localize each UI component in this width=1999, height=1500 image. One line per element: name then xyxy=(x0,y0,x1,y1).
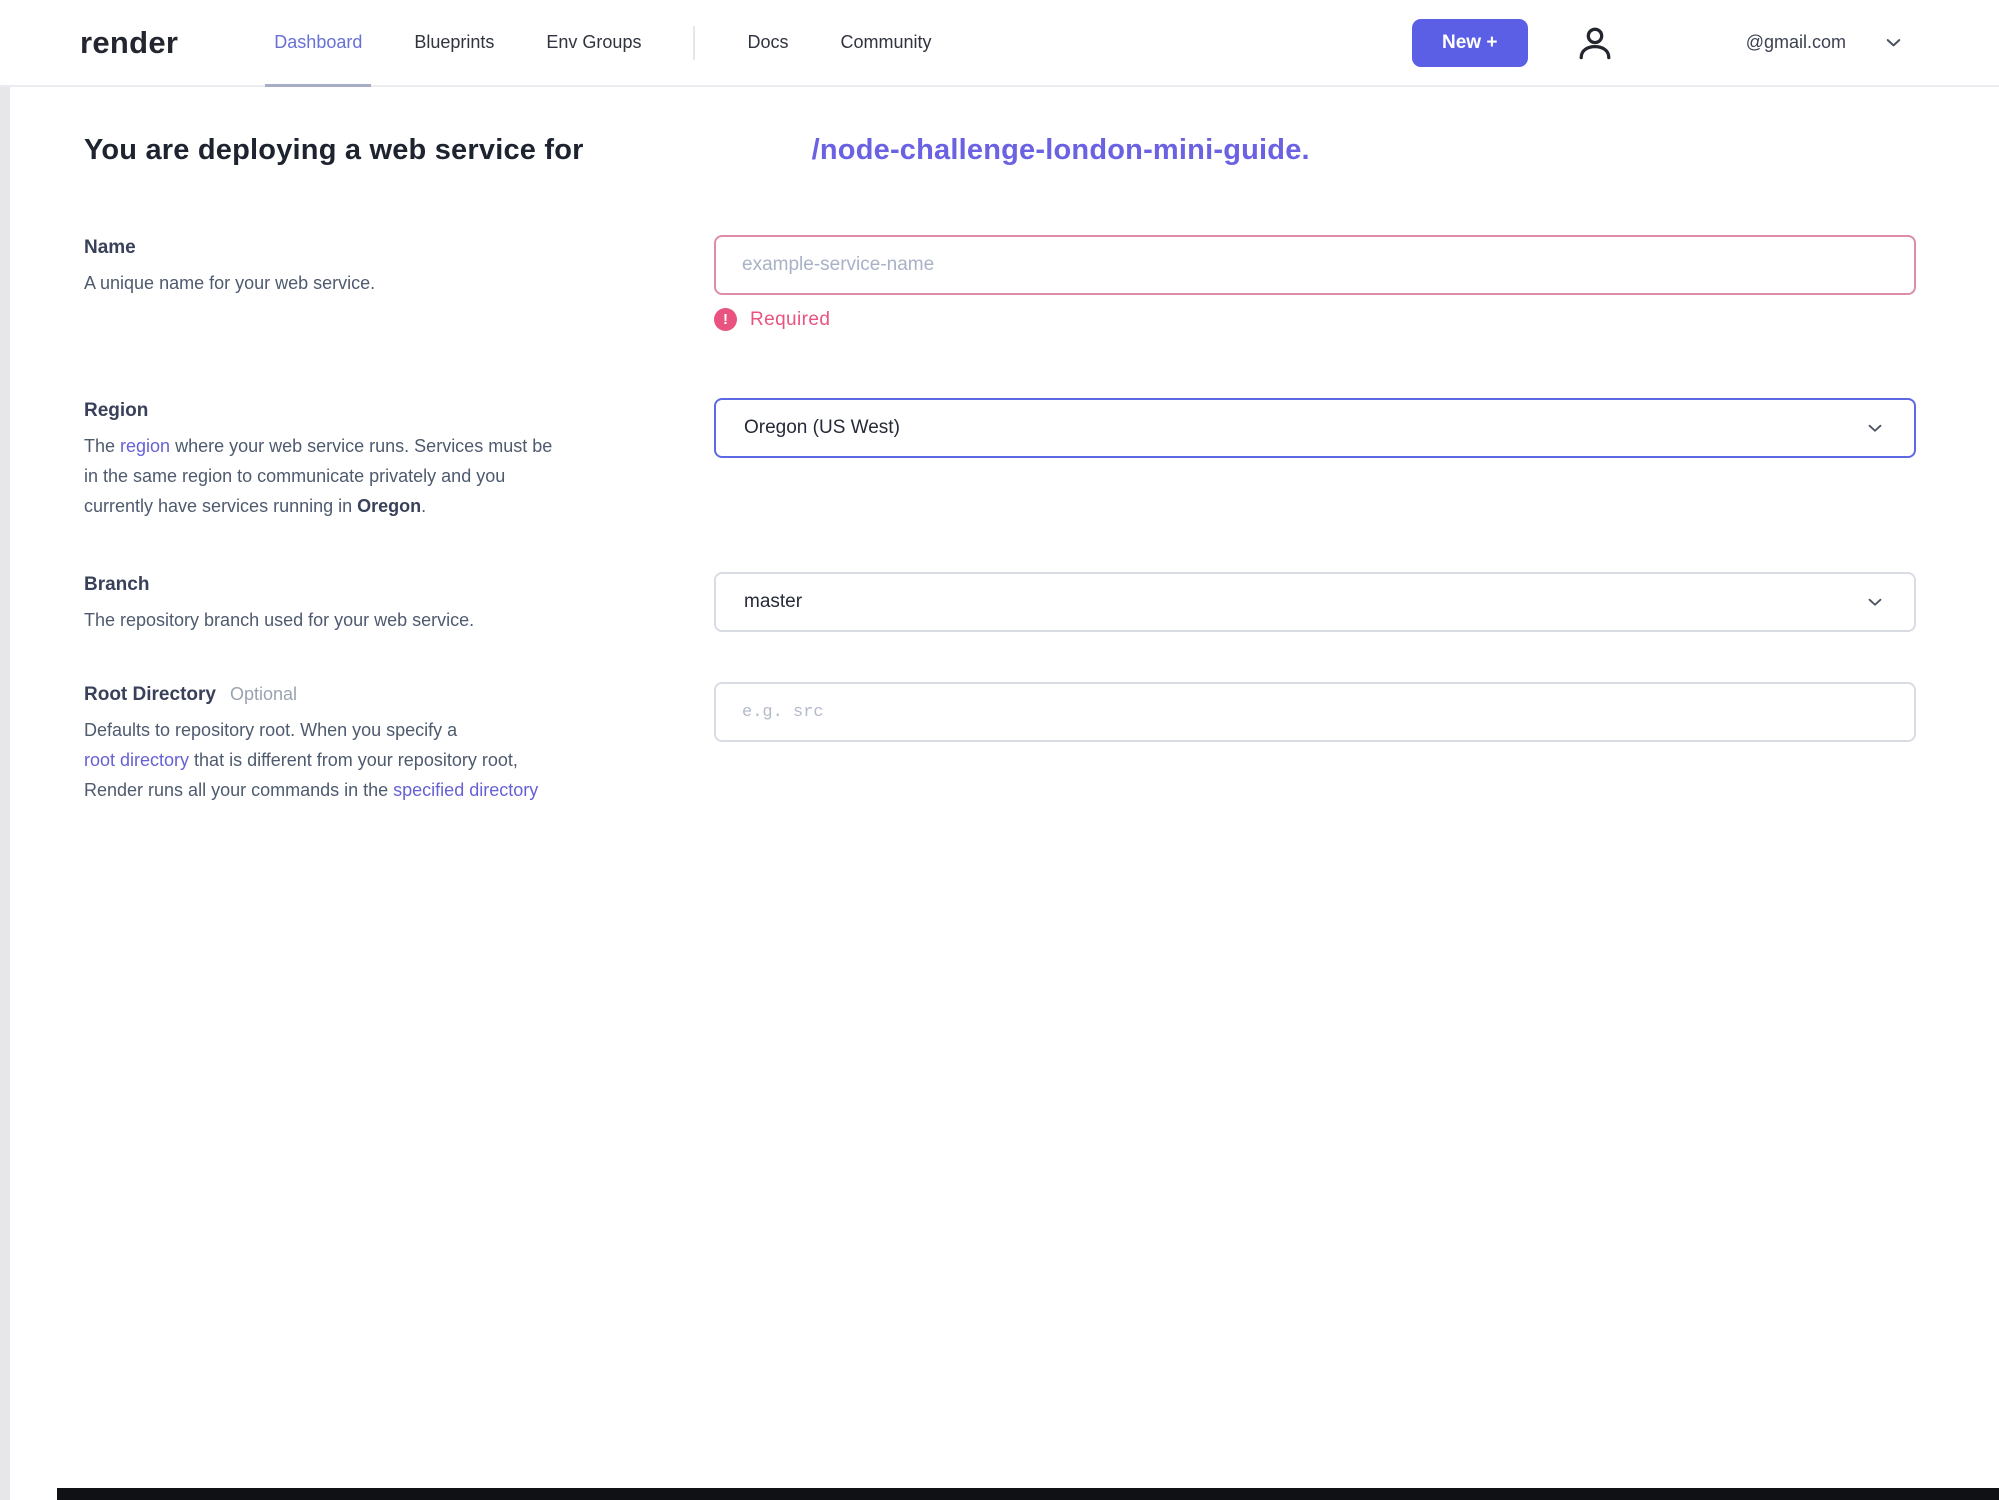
top-navbar: render Dashboard Blueprints Env Groups D… xyxy=(0,0,1999,87)
text-segment: in the same region to communicate privat… xyxy=(84,466,506,486)
text-segment: The xyxy=(84,436,121,456)
region-desc-line: currently have services running in Orego… xyxy=(84,491,714,521)
branch-label: Branch xyxy=(84,574,150,595)
render-logo[interactable]: render xyxy=(80,25,178,61)
root-desc-line: Defaults to repository root. When you sp… xyxy=(84,715,714,745)
root-directory-description: Defaults to repository root. When you sp… xyxy=(84,715,714,805)
person-icon xyxy=(1579,27,1611,59)
error-icon: ! xyxy=(714,308,737,331)
deploy-form: You are deploying a web service for/node… xyxy=(84,87,1916,805)
text-segment: . xyxy=(421,496,427,516)
new-button[interactable]: New + xyxy=(1411,18,1528,67)
name-field-row: Name A unique name for your web service.… xyxy=(84,235,1916,331)
text-segment: Render runs all your commands in the xyxy=(84,780,394,800)
region-desc-line: The region where your web service runs. … xyxy=(84,431,714,461)
nav-item-docs[interactable]: Docs xyxy=(747,0,788,85)
nav-item-env-groups[interactable]: Env Groups xyxy=(546,0,641,85)
text-segment: that is different from your repository r… xyxy=(189,750,518,770)
inline-link[interactable]: region xyxy=(120,436,170,456)
chevron-down-icon xyxy=(1886,39,1901,47)
branch-select[interactable]: master xyxy=(714,572,1916,632)
optional-tag: Optional xyxy=(229,684,298,704)
name-error: ! Required xyxy=(714,308,1916,331)
error-text: Required xyxy=(750,308,831,330)
primary-nav: Dashboard Blueprints Env Groups Docs Com… xyxy=(265,0,932,87)
page-title: You are deploying a web service for/node… xyxy=(84,134,1916,167)
page-left-edge xyxy=(0,87,10,1500)
repo-link[interactable]: /node-challenge-london-mini-guide. xyxy=(812,134,1310,166)
branch-selected-value: master xyxy=(744,591,803,612)
inline-link[interactable]: specified directory xyxy=(393,780,538,800)
inline-link[interactable]: root directory xyxy=(84,750,189,770)
root-desc-line: Render runs all your commands in the spe… xyxy=(84,775,714,805)
region-select[interactable]: Oregon (US West) xyxy=(714,398,1916,458)
chevron-down-icon xyxy=(1868,424,1882,432)
text-segment: Defaults to repository root. When you sp… xyxy=(84,720,458,740)
region-field-row: Region The region where your web service… xyxy=(84,398,1916,521)
name-label: Name xyxy=(84,237,136,258)
root-directory-input[interactable] xyxy=(714,682,1916,742)
name-description: A unique name for your web service. xyxy=(84,273,376,293)
branch-field-row: Branch The repository branch used for yo… xyxy=(84,572,1916,635)
nav-item-blueprints[interactable]: Blueprints xyxy=(414,0,494,85)
text-segment: where your web service runs. Services mu… xyxy=(170,436,553,456)
nav-item-community[interactable]: Community xyxy=(840,0,931,85)
user-avatar-icon[interactable] xyxy=(1572,20,1618,66)
nav-item-dashboard[interactable]: Dashboard xyxy=(265,0,372,87)
title-prefix: You are deploying a web service for xyxy=(84,134,584,166)
root-desc-line: root directory that is different from yo… xyxy=(84,745,714,775)
service-name-input[interactable] xyxy=(714,235,1916,295)
root-directory-label: Root Directory Optional xyxy=(84,684,298,705)
region-selected-value: Oregon (US West) xyxy=(744,417,900,438)
region-desc-line: in the same region to communicate privat… xyxy=(84,461,714,491)
nav-divider xyxy=(693,25,696,60)
account-email[interactable]: @gmail.com xyxy=(1746,32,1846,53)
region-label: Region xyxy=(84,400,149,421)
account-menu-toggle[interactable] xyxy=(1882,31,1905,54)
region-description: The region where your web service runs. … xyxy=(84,431,714,521)
root-directory-field-row: Root Directory Optional Defaults to repos… xyxy=(84,682,1916,805)
text-segment: currently have services running in xyxy=(84,496,358,516)
text-segment: Oregon xyxy=(357,496,422,516)
branch-description: The repository branch used for your web … xyxy=(84,610,475,630)
bottom-black-bar xyxy=(57,1488,1999,1500)
chevron-down-icon xyxy=(1868,598,1882,606)
